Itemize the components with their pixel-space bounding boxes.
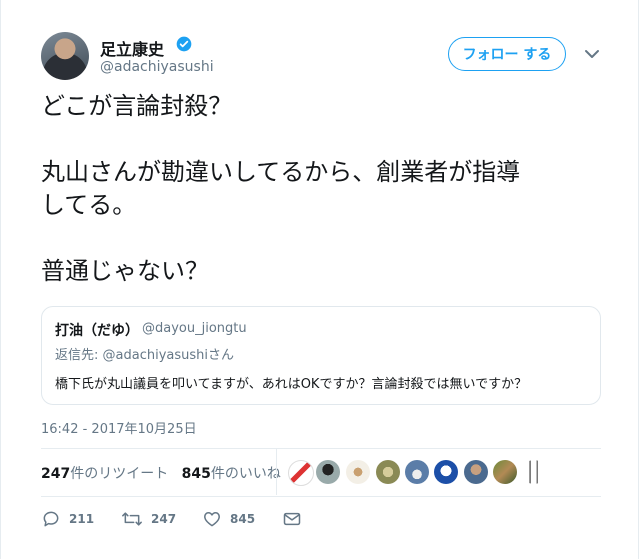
avatar[interactable]: [41, 32, 89, 80]
liker-avatar[interactable]: [405, 460, 429, 484]
user-handle[interactable]: @adachiyasushi: [100, 59, 214, 75]
reply-icon: [43, 511, 59, 527]
retweet-count: 247: [151, 512, 177, 526]
chevron-down-icon[interactable]: [584, 48, 600, 60]
like-button[interactable]: 845: [202, 509, 255, 529]
display-name[interactable]: 足立康史: [100, 36, 164, 60]
quoted-text: 橋下氏が丸山議員を叩いてますが、あれはOKですか？言論封殺では無いですか？: [55, 377, 528, 392]
divider: [41, 496, 601, 497]
reply-button[interactable]: 211: [41, 509, 94, 529]
stats-divider: [276, 449, 277, 495]
verified-icon: [176, 36, 192, 52]
retweets-label: 件のリツイート: [70, 466, 169, 482]
liker-avatar[interactable]: [316, 460, 340, 484]
like-stat[interactable]: 845件のいいね: [182, 466, 281, 482]
tweet-card: 足立康史 @adachiyasushi フォロー する どこが言論封殺？ 丸山さ…: [0, 0, 639, 559]
stats-row: 247件のリツイート 845件のいいね: [41, 463, 281, 483]
quoted-reply-to: 返信先: @adachiyasushiさん: [55, 348, 234, 363]
retweets-count: 247: [41, 466, 71, 482]
retweet-stat[interactable]: 247件のリツイート: [41, 466, 168, 482]
retweet-button[interactable]: 247: [121, 509, 176, 529]
liker-avatar[interactable]: [288, 460, 314, 486]
timestamp[interactable]: 16:42 - 2017年10月25日: [41, 418, 197, 437]
likes-count: 845: [181, 466, 211, 482]
likes-label: 件のいいね: [210, 466, 281, 482]
liker-avatar[interactable]: [522, 460, 546, 484]
divider: [41, 448, 601, 449]
tweet-text: どこが言論封殺？ 丸山さんが勘違いしてるから、創業者が指導 してる。 普通じゃな…: [41, 92, 521, 285]
like-count: 845: [230, 512, 256, 526]
quoted-display-name: 打油（だゆ）: [55, 323, 139, 339]
liker-avatar[interactable]: [376, 460, 400, 484]
direct-message-button[interactable]: [282, 509, 302, 529]
liker-avatar[interactable]: [434, 460, 458, 484]
retweet-icon: [122, 512, 142, 526]
quoted-handle: @dayou_jiongtu: [142, 321, 247, 336]
follow-button[interactable]: フォロー する: [448, 37, 566, 71]
message-icon: [283, 512, 301, 526]
reply-count: 211: [69, 512, 95, 526]
liker-avatar[interactable]: [346, 460, 370, 484]
quoted-tweet[interactable]: 打油（だゆ） @dayou_jiongtu 返信先: @adachiyasush…: [41, 306, 601, 405]
like-icon: [204, 512, 220, 527]
liker-avatar[interactable]: [493, 460, 517, 484]
liker-avatar[interactable]: [464, 460, 488, 484]
